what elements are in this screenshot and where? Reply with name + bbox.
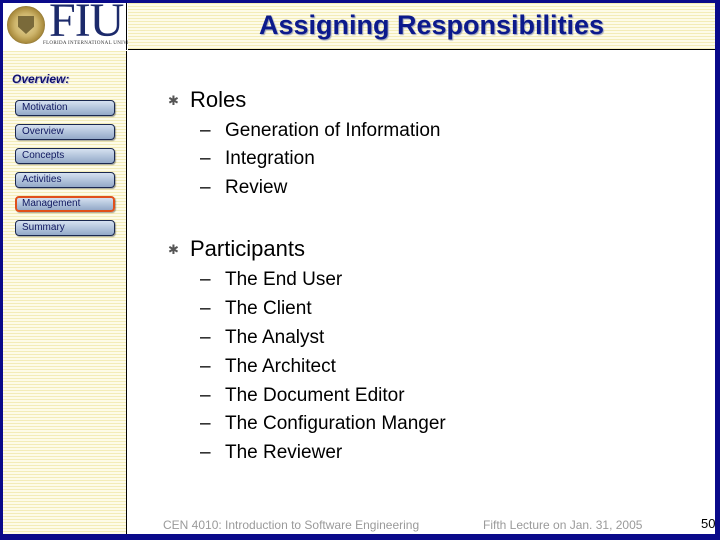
sub-item: – The End User [200, 269, 343, 290]
dash-icon: – [200, 327, 211, 348]
university-seal-icon [7, 6, 45, 44]
page-number: 50 [701, 516, 716, 531]
title-bar: Assigning Responsibilities [128, 3, 715, 50]
logo-text: FIU [49, 0, 124, 47]
dash-icon: – [200, 269, 211, 290]
sidebar-heading: Overview: [12, 72, 70, 86]
dash-icon: – [200, 442, 211, 463]
dash-icon: – [200, 148, 211, 169]
bullet-star-icon: ✱ [168, 242, 179, 257]
dash-icon: – [200, 298, 211, 319]
dash-icon: – [200, 177, 211, 198]
nav-button-summary[interactable]: Summary [15, 220, 115, 236]
nav-button-motivation[interactable]: Motivation [15, 100, 115, 116]
sub-item: – The Client [200, 298, 312, 319]
bullet-heading: Roles [190, 87, 247, 112]
sub-item: – Integration [200, 148, 315, 169]
bullet-participants: ✱ Participants [168, 236, 305, 262]
sub-item: – The Reviewer [200, 442, 343, 463]
nav-button-activities[interactable]: Activities [15, 172, 115, 188]
dash-icon: – [200, 356, 211, 377]
footer-lecture: Fifth Lecture on Jan. 31, 2005 [483, 518, 643, 532]
bullet-heading: Participants [190, 236, 305, 261]
nav-button-concepts[interactable]: Concepts [15, 148, 115, 164]
dash-icon: – [200, 385, 211, 406]
sub-item: – The Document Editor [200, 385, 405, 406]
sub-item: – The Analyst [200, 327, 325, 348]
slide-title: Assigning Responsibilities [258, 10, 605, 40]
dash-icon: – [200, 413, 211, 434]
slide: FIU FLORIDA INTERNATIONAL UNIVERSITY Ass… [3, 0, 715, 534]
sub-item: – The Architect [200, 356, 336, 377]
bullet-star-icon: ✱ [168, 93, 179, 108]
footer-course: CEN 4010: Introduction to Software Engin… [163, 518, 420, 532]
sub-item: – The Configuration Manger [200, 413, 446, 434]
sub-item: – Generation of Information [200, 120, 441, 141]
bullet-roles: ✱ Roles [168, 87, 247, 113]
sub-item: – Review [200, 177, 288, 198]
nav-button-management[interactable]: Management [15, 196, 115, 212]
slide-content: ✱ Roles – Generation of Information – Inte… [128, 51, 715, 534]
fiu-logo: FIU FLORIDA INTERNATIONAL UNIVERSITY [3, 0, 146, 50]
nav-button-overview[interactable]: Overview [15, 124, 115, 140]
sidebar: Overview: Motivation Overview Concepts A… [3, 51, 127, 534]
dash-icon: – [200, 120, 211, 141]
